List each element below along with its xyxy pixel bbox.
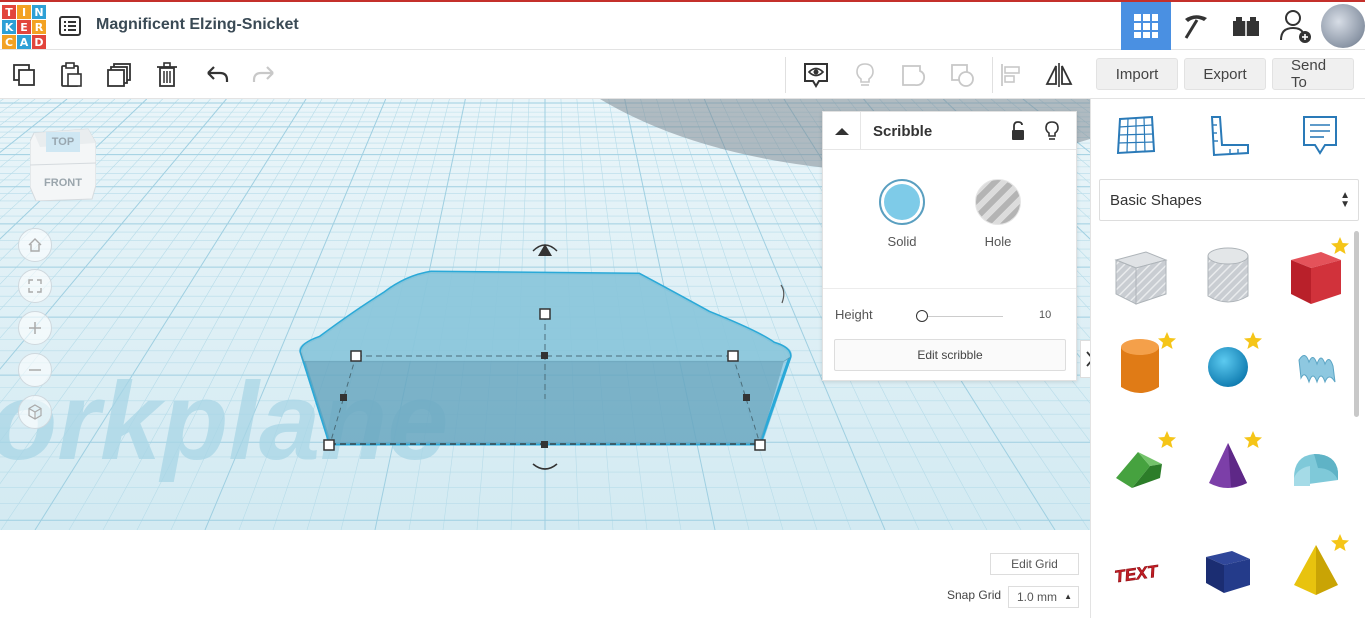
round-roof-shape[interactable] (1284, 435, 1348, 499)
snap-grid-label: Snap Grid (947, 588, 1002, 602)
ungroup-icon[interactable] (947, 59, 979, 91)
shape-category-select[interactable]: Basic Shapes ▲ ▼ (1099, 179, 1359, 221)
caret-up-icon: ▲ (1064, 592, 1072, 601)
shape-inspector: Scribble Solid Hole Height 10 Edit scrib… (822, 111, 1077, 381)
logo-letter: N (32, 5, 46, 19)
bricks-icon[interactable] (1221, 2, 1271, 50)
export-button[interactable]: Export (1184, 58, 1266, 90)
copy-icon[interactable] (8, 59, 40, 91)
height-label: Height (835, 307, 873, 322)
header-actions (1121, 2, 1365, 50)
hole-label: Hole (984, 234, 1012, 249)
paste-icon[interactable] (55, 59, 87, 91)
send-to-button[interactable]: Send To (1272, 57, 1354, 91)
light-bulb-icon[interactable] (1043, 120, 1061, 147)
workplane-icon[interactable] (1112, 111, 1160, 159)
project-menu-icon[interactable] (58, 14, 82, 38)
top-bar: T I N K E R C A D Magnificent Elzing-Sni… (0, 0, 1365, 50)
avatar[interactable] (1321, 2, 1365, 50)
fit-view-icon[interactable] (18, 269, 52, 303)
inspector-header: Scribble (823, 112, 1076, 150)
favorite-star-icon[interactable] (1157, 331, 1177, 351)
zoom-out-icon[interactable] (18, 353, 52, 387)
edit-toolbar: Import Export Send To (0, 51, 1365, 99)
height-slider-track[interactable] (919, 316, 1003, 317)
logo-letter: D (32, 35, 46, 49)
wedge-shape[interactable] (1196, 539, 1260, 603)
light-bulb-icon[interactable] (849, 59, 881, 91)
shapes-scrollbar[interactable] (1354, 231, 1359, 417)
edit-scribble-button[interactable]: Edit scribble (834, 339, 1066, 371)
logo-letter: T (2, 5, 16, 19)
pickaxe-icon[interactable] (1171, 2, 1221, 50)
favorite-star-icon[interactable] (1330, 236, 1350, 256)
solid-color-button[interactable] (879, 179, 925, 225)
hole-button[interactable] (975, 179, 1021, 225)
perspective-icon[interactable] (18, 395, 52, 429)
add-user-icon[interactable] (1271, 2, 1321, 50)
undo-icon[interactable] (201, 59, 233, 91)
collapse-inspector-button[interactable] (823, 112, 861, 150)
snap-grid-select[interactable]: 1.0 mm ▲ (1008, 586, 1079, 608)
cylinder-hole-shape[interactable] (1196, 244, 1260, 308)
logo-letter: R (32, 20, 46, 34)
ruler-icon[interactable] (1204, 111, 1252, 159)
view-cube-top-label[interactable]: TOP (46, 132, 80, 152)
shapes-panel: Basic Shapes ▲ ▼ TEXT (1090, 99, 1365, 618)
delete-icon[interactable] (151, 59, 183, 91)
toolbar-divider (992, 57, 993, 93)
height-value[interactable]: 10 (1039, 309, 1051, 321)
favorite-star-icon[interactable] (1157, 430, 1177, 450)
shape-category-value: Basic Shapes (1110, 191, 1202, 209)
home-icon[interactable] (18, 228, 52, 262)
project-title[interactable]: Magnificent Elzing-Snicket (96, 16, 299, 34)
group-icon[interactable] (898, 59, 930, 91)
select-arrows-icon: ▲ ▼ (1340, 190, 1350, 210)
duplicate-icon[interactable] (103, 59, 135, 91)
favorite-star-icon[interactable] (1330, 533, 1350, 553)
inspector-title: Scribble (873, 123, 933, 140)
edit-grid-button[interactable]: Edit Grid (990, 553, 1079, 575)
grid-view-icon[interactable] (1121, 2, 1171, 50)
favorite-star-icon[interactable] (1243, 331, 1263, 351)
toolbar-divider (785, 57, 786, 93)
canvas-footer (0, 530, 1090, 618)
tinkercad-editor: T I N K E R C A D Magnificent Elzing-Sni… (0, 0, 1365, 618)
avatar-image (1321, 4, 1365, 48)
notes-icon[interactable] (1296, 111, 1344, 159)
snap-grid-value: 1.0 mm (1017, 590, 1058, 604)
logo-letter: I (17, 5, 31, 19)
tinkercad-logo[interactable]: T I N K E R C A D (2, 5, 46, 49)
view-cube-front-label[interactable]: FRONT (38, 175, 88, 191)
solid-color-swatch (884, 184, 920, 220)
logo-letter: C (2, 35, 16, 49)
inspector-divider (823, 288, 1076, 289)
view-cube[interactable]: TOP FRONT (29, 125, 97, 202)
text-shape[interactable]: TEXT (1108, 539, 1172, 603)
logo-letter: K (2, 20, 16, 34)
redo-icon[interactable] (248, 59, 280, 91)
scribble-shape-icon[interactable] (1284, 335, 1348, 399)
favorite-star-icon[interactable] (1243, 430, 1263, 450)
logo-letter: A (17, 35, 31, 49)
solid-label: Solid (887, 234, 917, 249)
text-shape-label: TEXT (1113, 561, 1160, 586)
mirror-icon[interactable] (1043, 59, 1075, 91)
lock-icon[interactable] (1009, 120, 1027, 147)
align-icon[interactable] (996, 59, 1028, 91)
logo-letter: E (17, 20, 31, 34)
chevron-up-icon (834, 128, 849, 135)
notes-visibility-icon[interactable] (800, 59, 832, 91)
zoom-in-icon[interactable] (18, 311, 52, 345)
box-hole-shape[interactable] (1108, 244, 1172, 308)
import-button[interactable]: Import (1096, 58, 1178, 90)
height-slider-handle[interactable] (916, 310, 928, 322)
